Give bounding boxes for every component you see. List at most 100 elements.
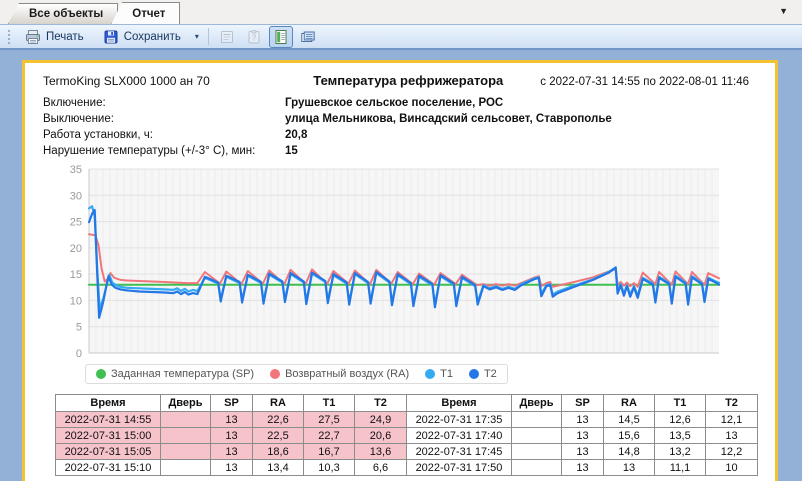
column-header: SP (211, 395, 253, 412)
column-header: Время (56, 395, 161, 412)
printer-icon (25, 29, 41, 45)
y-axis-tick-label: 0 (76, 348, 82, 357)
legend-item[interactable]: T2 (469, 368, 497, 380)
tab-list-dropdown-icon[interactable]: ▼ (779, 6, 788, 16)
cell-t1: 27,5 (304, 412, 355, 428)
legend-label: Заданная температура (SP) (111, 368, 254, 380)
tab-report[interactable]: Отчет (111, 2, 180, 24)
column-header: Время (407, 395, 512, 412)
legend-label: T1 (440, 368, 453, 380)
report-page: TermoKing SLX000 1000 ан 70 Температура … (22, 60, 778, 481)
help-button[interactable]: ? (242, 26, 266, 48)
cell-door (161, 412, 211, 428)
table-row: 2022-07-31 15:001322,522,720,62022-07-31… (56, 428, 758, 444)
y-axis-tick-label: 20 (70, 243, 82, 255)
legend-item[interactable]: Заданная температура (SP) (96, 368, 254, 380)
continuous-view-toggle[interactable] (296, 26, 320, 48)
tab-all-objects[interactable]: Все объекты (8, 3, 118, 24)
cell-sp: 13 (562, 444, 604, 460)
cell-t1: 13,5 (655, 428, 706, 444)
tab-report-label: Отчет (132, 8, 165, 20)
cell-time: 2022-07-31 17:50 (407, 460, 512, 476)
toolbar-separator (208, 28, 209, 45)
save-button[interactable]: Сохранить (95, 26, 189, 48)
table-row: 2022-07-31 15:101313,410,36,62022-07-31 … (56, 460, 758, 476)
cell-ra: 15,6 (604, 428, 655, 444)
column-header: T1 (655, 395, 706, 412)
cell-sp: 13 (562, 460, 604, 476)
cell-door (161, 428, 211, 444)
cell-t2: 20,6 (355, 428, 407, 444)
report-window: Все объекты Отчет ▼ Печать (0, 0, 802, 481)
report-settings-button[interactable] (215, 26, 239, 48)
info-value: улица Мельникова, Винсадский сельсовет, … (285, 113, 612, 125)
info-label: Нарушение температуры (+/-3° С), мин: (43, 145, 285, 157)
print-button[interactable]: Печать (17, 26, 92, 48)
cell-sp: 13 (211, 444, 253, 460)
cell-door (512, 412, 562, 428)
table-row: 2022-07-31 14:551322,627,524,92022-07-31… (56, 412, 758, 428)
save-dropdown-icon[interactable]: ▾ (192, 30, 202, 43)
device-name: TermoKing SLX000 1000 ан 70 (43, 74, 313, 88)
save-button-label: Сохранить (124, 31, 181, 43)
legend-dot-icon (96, 369, 106, 379)
save-icon (103, 29, 119, 45)
info-label: Работа установки, ч: (43, 129, 285, 141)
cell-door (512, 460, 562, 476)
report-info: Включение:Грушевское сельское поселение,… (43, 95, 757, 159)
cell-t1: 16,7 (304, 444, 355, 460)
content-area: TermoKing SLX000 1000 ан 70 Температура … (0, 52, 802, 481)
cell-t2: 6,6 (355, 460, 407, 476)
y-axis-tick-label: 15 (70, 269, 82, 281)
y-axis-tick-label: 35 (70, 165, 82, 176)
info-label: Выключение: (43, 113, 285, 125)
legend-item[interactable]: T1 (425, 368, 453, 380)
cell-time: 2022-07-31 14:55 (56, 412, 161, 428)
cell-ra: 14,5 (604, 412, 655, 428)
cell-sp: 13 (562, 412, 604, 428)
tab-bar: Все объекты Отчет ▼ (0, 0, 802, 25)
cell-time: 2022-07-31 15:10 (56, 460, 161, 476)
y-axis-tick-label: 5 (76, 322, 82, 334)
cell-sp: 13 (211, 460, 253, 476)
readings-table: ВремяДверьSPRAT1T2ВремяДверьSPRAT1T2 202… (55, 394, 758, 476)
cell-t2: 10 (706, 460, 758, 476)
cell-door (512, 428, 562, 444)
info-value: 20,8 (285, 129, 307, 141)
cell-ra: 18,6 (253, 444, 304, 460)
report-form-icon (219, 29, 235, 45)
cell-door (161, 444, 211, 460)
info-row: Работа установки, ч:20,8 (43, 127, 757, 143)
toolbar-grip[interactable] (7, 29, 11, 44)
cell-t2: 13 (706, 428, 758, 444)
cell-t2: 12,2 (706, 444, 758, 460)
cell-door (161, 460, 211, 476)
legend-item[interactable]: Возвратный воздух (RA) (270, 368, 409, 380)
cell-ra: 22,6 (253, 412, 304, 428)
column-header: Дверь (512, 395, 562, 412)
column-header: SP (562, 395, 604, 412)
y-axis-tick-label: 10 (70, 295, 82, 307)
cell-ra: 13,4 (253, 460, 304, 476)
cell-t1: 11,1 (655, 460, 706, 476)
cell-time: 2022-07-31 15:05 (56, 444, 161, 460)
cell-sp: 13 (211, 412, 253, 428)
legend-dot-icon (270, 369, 280, 379)
table-row: 2022-07-31 15:051318,616,713,62022-07-31… (56, 444, 758, 460)
page-view-toggle[interactable] (269, 26, 293, 48)
print-button-label: Печать (46, 31, 84, 43)
table-wrap: ВремяДверьSPRAT1T2ВремяДверьSPRAT1T2 202… (55, 394, 775, 476)
column-header: T2 (355, 395, 407, 412)
info-value: Грушевское сельское поселение, РОС (285, 97, 503, 109)
toolbar: Печать Сохранить ▾ (0, 25, 802, 50)
table-header-row: ВремяДверьSPRAT1T2ВремяДверьSPRAT1T2 (56, 395, 758, 412)
y-axis-tick-label: 30 (70, 190, 82, 202)
cell-t2: 12,1 (706, 412, 758, 428)
cell-t2: 13,6 (355, 444, 407, 460)
column-header: Дверь (161, 395, 211, 412)
temperature-chart: 05101520253035 (51, 165, 727, 357)
legend-label: T2 (484, 368, 497, 380)
column-header: T2 (706, 395, 758, 412)
cell-time: 2022-07-31 15:00 (56, 428, 161, 444)
cell-ra: 14,8 (604, 444, 655, 460)
